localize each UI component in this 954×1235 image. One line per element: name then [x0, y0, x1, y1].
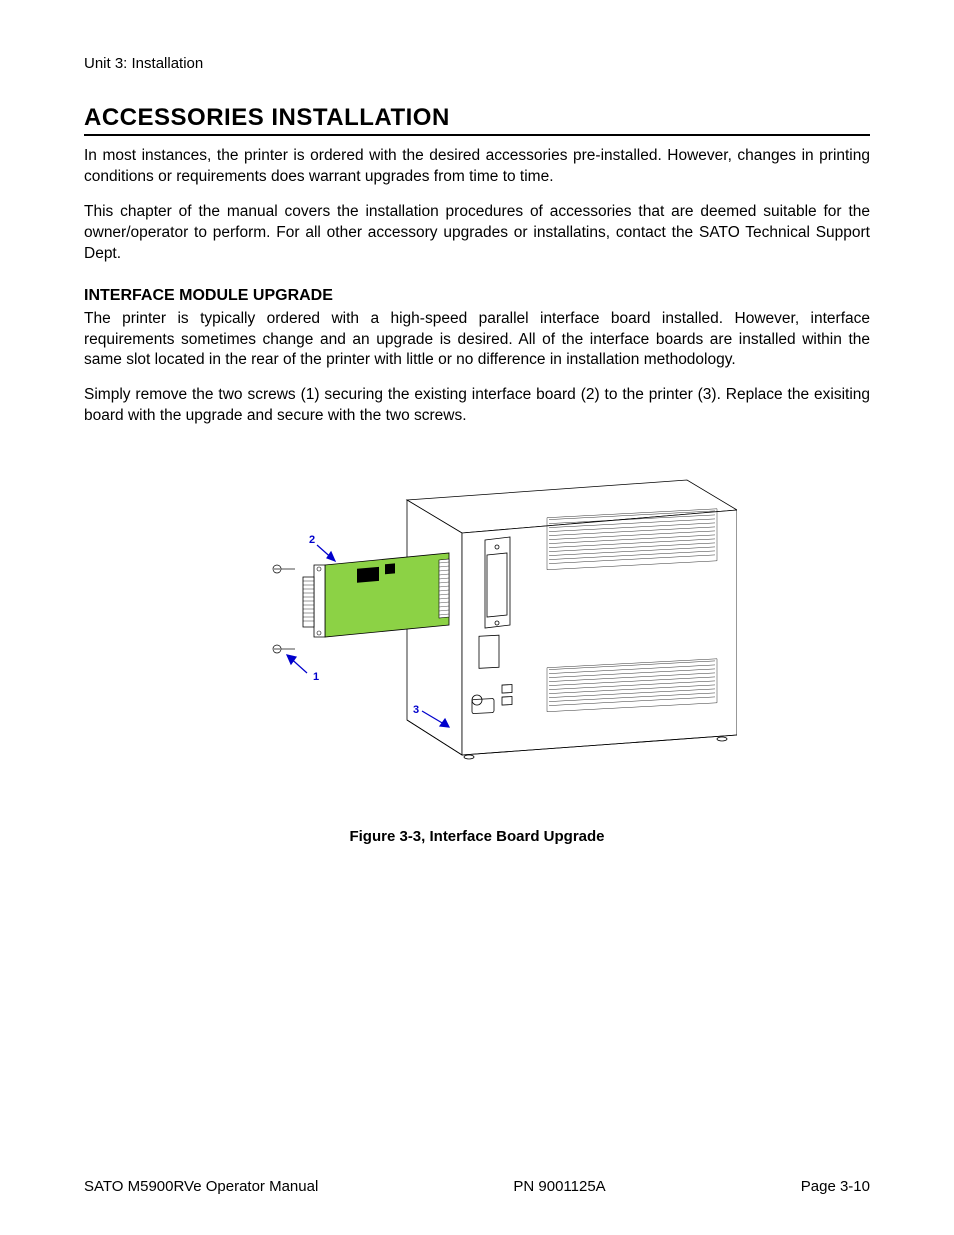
- document-page: Unit 3: Installation ACCESSORIES INSTALL…: [0, 0, 954, 1235]
- footer-right: Page 3-10: [801, 1178, 870, 1195]
- page-footer: SATO M5900RVe Operator Manual PN 9001125…: [84, 1178, 870, 1195]
- section-title: ACCESSORIES INSTALLATION: [84, 104, 870, 136]
- interface-board-diagram: 2 1 3: [217, 455, 737, 805]
- intro-paragraph-1: In most instances, the printer is ordere…: [84, 146, 870, 188]
- callout-3: 3: [413, 704, 419, 716]
- footer-left: SATO M5900RVe Operator Manual: [84, 1178, 318, 1195]
- figure-caption: Figure 3-3, Interface Board Upgrade: [84, 828, 870, 845]
- callout-2: 2: [309, 534, 315, 546]
- footer-center: PN 9001125A: [513, 1178, 605, 1195]
- intro-paragraph-2: This chapter of the manual covers the in…: [84, 202, 870, 265]
- body-paragraph-4: Simply remove the two screws (1) securin…: [84, 385, 870, 427]
- unit-header: Unit 3: Installation: [84, 55, 870, 72]
- callout-1: 1: [313, 671, 319, 683]
- body-paragraph-3: The printer is typically ordered with a …: [84, 309, 870, 372]
- figure-container: 2 1 3 Figure 3-3, Interface Board Upgrad…: [84, 455, 870, 845]
- subsection-heading: INTERFACE MODULE UPGRADE: [84, 287, 870, 305]
